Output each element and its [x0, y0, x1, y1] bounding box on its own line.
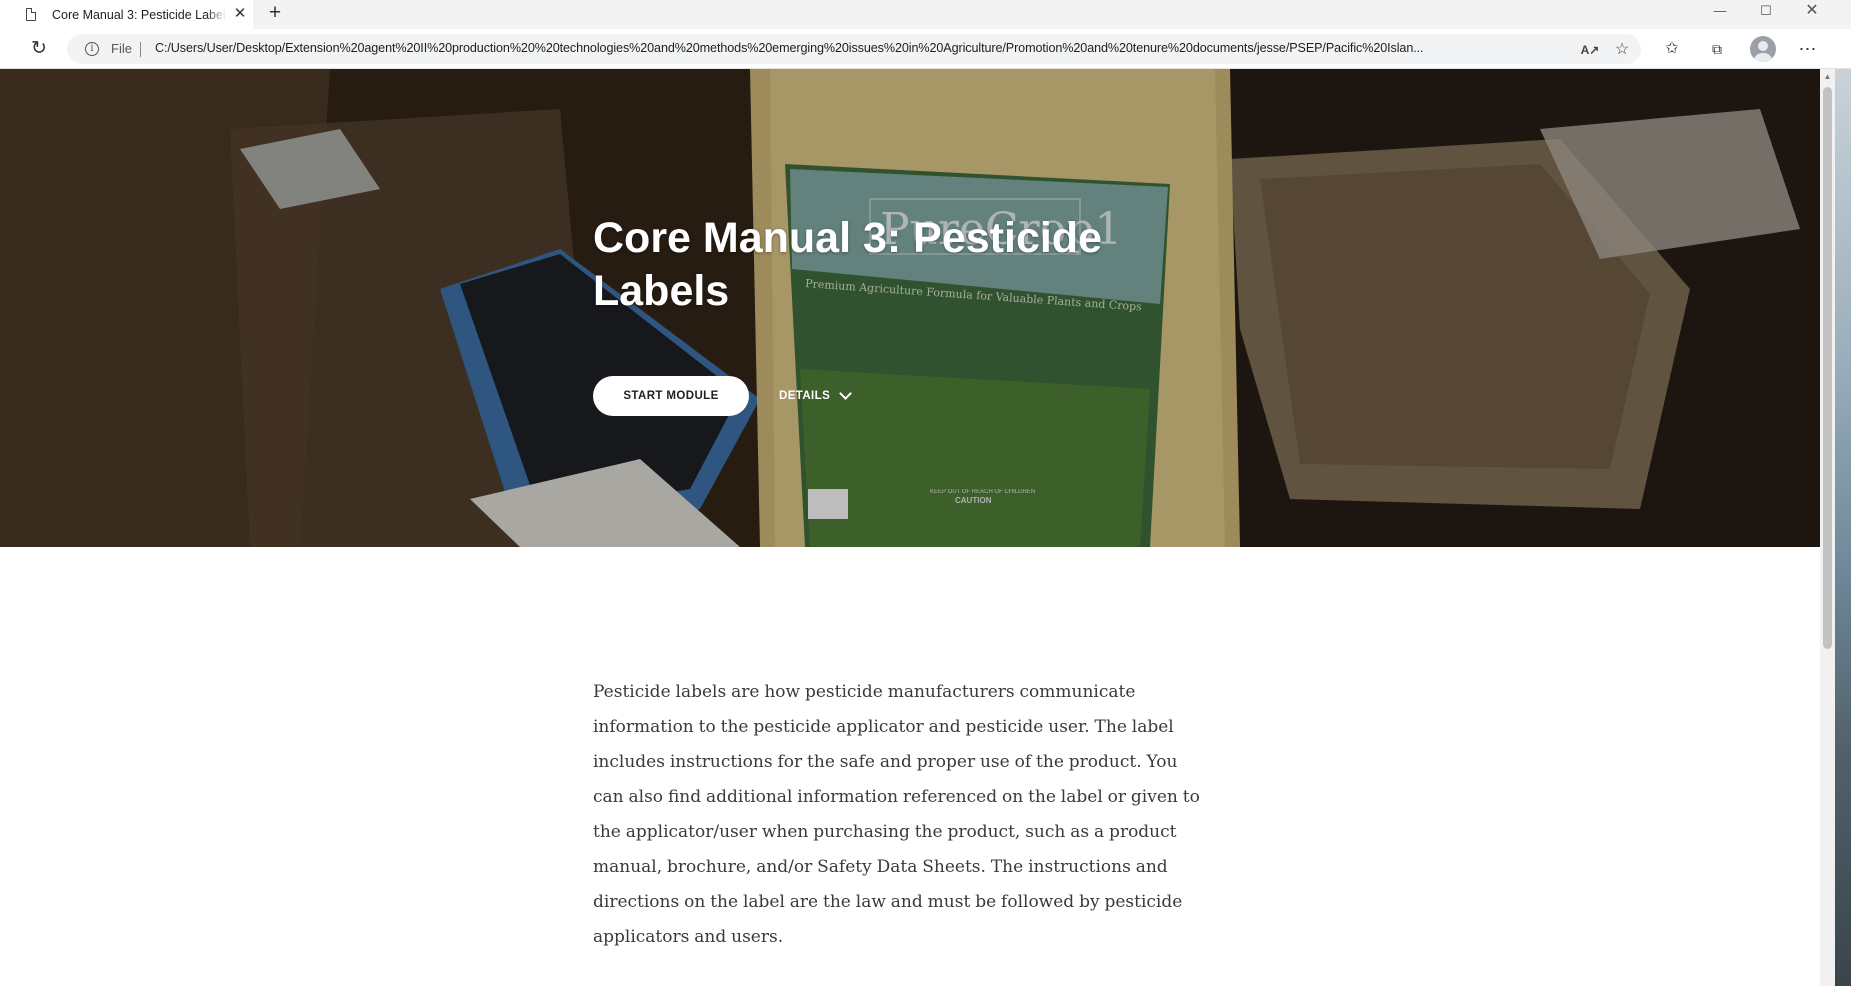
- start-module-button[interactable]: START MODULE: [593, 376, 749, 416]
- module-title: Core Manual 3: Pesticide Labels: [593, 214, 1102, 315]
- browser-tab[interactable]: Core Manual 3: Pesticide Labels ✕: [0, 0, 253, 29]
- page-scrollbar[interactable]: ▲: [1820, 69, 1835, 986]
- close-tab-icon[interactable]: ✕: [232, 6, 248, 22]
- desktop-background: [1835, 69, 1851, 986]
- address-separator: [140, 42, 141, 57]
- address-url[interactable]: C:/Users/User/Desktop/Extension%20agent%…: [155, 41, 1630, 55]
- address-toolbar: ↻ i File C:/Users/User/Desktop/Extension…: [0, 29, 1851, 69]
- address-scheme: File: [111, 41, 132, 56]
- tab-title: Core Manual 3: Pesticide Labels: [52, 7, 227, 22]
- collections-icon[interactable]: ⧉: [1705, 38, 1729, 60]
- maximize-icon[interactable]: ☐: [1743, 0, 1789, 22]
- add-favorite-icon[interactable]: ☆: [1612, 40, 1632, 60]
- scroll-up-icon[interactable]: ▲: [1820, 71, 1835, 83]
- chevron-down-icon: [839, 387, 853, 400]
- profile-icon[interactable]: [1750, 36, 1776, 62]
- page-icon: [26, 8, 36, 21]
- minimize-icon[interactable]: —: [1697, 0, 1743, 22]
- description-text: Pesticide labels are how pesticide manuf…: [593, 682, 1200, 947]
- hero-banner: PureCrop1 Premium Agriculture Formula fo…: [0, 69, 1820, 547]
- favorites-icon[interactable]: ✩: [1660, 38, 1684, 60]
- details-label: DETAILS: [779, 390, 831, 402]
- more-menu-icon[interactable]: ⋯: [1796, 38, 1820, 60]
- read-aloud-icon[interactable]: A↗: [1580, 40, 1600, 60]
- details-toggle[interactable]: DETAILS: [779, 385, 853, 407]
- module-description: Pesticide labels are how pesticide manuf…: [593, 675, 1203, 955]
- tab-strip: Core Manual 3: Pesticide Labels ✕ + — ☐ …: [0, 0, 1851, 29]
- reload-icon[interactable]: ↻: [28, 38, 50, 60]
- page-content: PureCrop1 Premium Agriculture Formula fo…: [0, 69, 1820, 986]
- scroll-thumb[interactable]: [1823, 87, 1832, 649]
- address-bar[interactable]: i File C:/Users/User/Desktop/Extension%2…: [67, 34, 1641, 64]
- new-tab-icon[interactable]: +: [263, 2, 287, 26]
- info-icon[interactable]: i: [85, 42, 99, 56]
- close-window-icon[interactable]: ✕: [1789, 0, 1835, 22]
